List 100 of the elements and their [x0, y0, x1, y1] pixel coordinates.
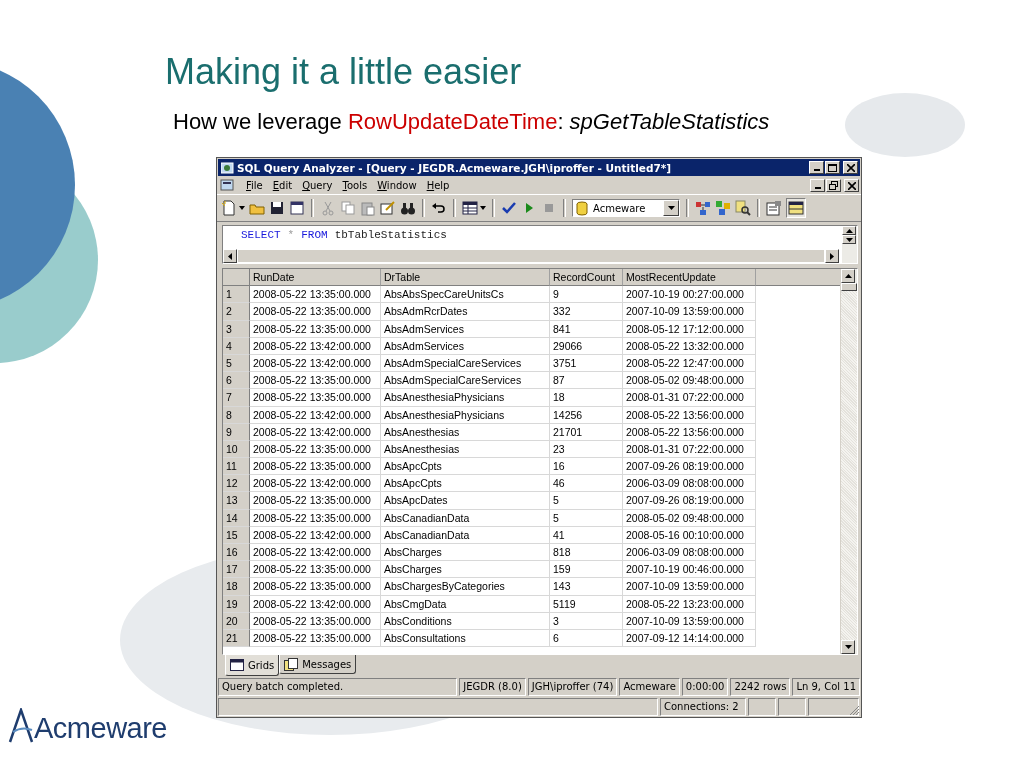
table-cell: 2008-05-02 09:48:00.000: [623, 509, 756, 527]
table-cell: 2008-05-22 13:42:00.000: [250, 544, 381, 562]
table-cell: 2008-05-22 13:42:00.000: [250, 526, 381, 544]
status-text: JGH\iproffer (74): [527, 678, 618, 696]
menu-item[interactable]: Tools: [342, 180, 368, 191]
table-cell: AbsAdmServices: [381, 320, 550, 338]
objects-icon[interactable]: [715, 200, 731, 216]
row-header[interactable]: 2: [223, 303, 250, 321]
minimize-icon: [814, 187, 821, 189]
table-cell: 87: [550, 372, 623, 390]
binoculars-icon[interactable]: [400, 200, 416, 216]
undo-icon[interactable]: [431, 200, 447, 216]
table-cell: 3751: [550, 354, 623, 373]
table-cell: 3: [550, 612, 623, 630]
table-cell: 818: [550, 544, 623, 562]
paste-icon[interactable]: [360, 200, 376, 216]
results-pane-icon[interactable]: [786, 198, 806, 218]
column-header[interactable]: RunDate: [250, 269, 381, 287]
table-cell: 18: [550, 389, 623, 407]
minimize-button[interactable]: [810, 179, 825, 192]
table-cell: 2007-10-19 00:27:00.000: [623, 286, 756, 304]
table-cell: 6: [550, 629, 623, 648]
edit-icon[interactable]: [380, 200, 396, 216]
table-cell: 2008-05-22 13:35:00.000: [250, 286, 381, 304]
slide-subtitle: How we leverage RowUpdateDateTime: spGetTableStatistics: [173, 108, 771, 136]
table-cell: 2007-09-12 14:14:00.000: [623, 629, 756, 648]
table-cell: 5: [550, 492, 623, 510]
grid-icon: [230, 659, 244, 671]
table-cell: AbsApcCpts: [381, 475, 550, 493]
result-tab[interactable]: Grids: [225, 655, 280, 676]
up-arrow-icon: [844, 274, 852, 278]
table-cell: 9: [550, 286, 623, 304]
table-cell: 2008-05-22 13:35:00.000: [250, 320, 381, 338]
table-cell: AbsApcCpts: [381, 458, 550, 476]
save-icon[interactable]: [269, 200, 285, 216]
resize-grip-icon[interactable]: [849, 705, 860, 716]
table-cell: 2008-05-22 13:42:00.000: [250, 475, 381, 493]
menu-item[interactable]: Edit: [272, 180, 293, 191]
menu-item[interactable]: Query: [302, 180, 333, 191]
table-cell: AbsAnesthesias: [381, 440, 550, 459]
row-header[interactable]: 1: [223, 286, 250, 304]
left-arrow-icon: [228, 252, 232, 260]
column-header[interactable]: RecordCount: [550, 269, 623, 287]
row-header[interactable]: 6: [223, 372, 250, 390]
vertical-scrollbar[interactable]: [842, 226, 857, 263]
database-dropdown[interactable]: Acmeware: [572, 199, 680, 217]
table-cell: 2006-03-09 08:08:00.000: [623, 475, 756, 493]
table-cell: AbsAnesthesiaPhysicians: [381, 389, 550, 407]
status-text: 2242 rows: [730, 678, 791, 696]
menu-item[interactable]: Help: [426, 180, 450, 191]
status-text: Query batch completed.: [218, 678, 458, 696]
caret-icon[interactable]: [480, 206, 486, 210]
diagram-icon[interactable]: [695, 200, 711, 216]
minimize-icon: [813, 169, 820, 171]
window-icon[interactable]: [289, 200, 305, 216]
check-icon[interactable]: [501, 200, 517, 216]
column-header[interactable]: DrTable: [381, 269, 550, 287]
row-header[interactable]: 11: [223, 458, 250, 476]
status-text: Ln 9, Col 11: [792, 678, 860, 696]
result-tab[interactable]: Messages: [279, 655, 357, 674]
row-header[interactable]: 12: [223, 475, 250, 493]
row-header[interactable]: 18: [223, 578, 250, 596]
minimize-button[interactable]: [809, 161, 824, 174]
down-arrow-icon: [845, 237, 853, 242]
properties-icon[interactable]: [766, 200, 782, 216]
row-header[interactable]: 17: [223, 561, 250, 579]
new-document-icon[interactable]: [221, 200, 237, 216]
table-cell: 332: [550, 303, 623, 321]
menu-item[interactable]: File: [246, 180, 263, 191]
column-header[interactable]: MostRecentUpdate: [623, 269, 756, 287]
table-cell: 2007-09-26 08:19:00.000: [623, 458, 756, 476]
caret-icon[interactable]: [239, 206, 245, 210]
document-icon: [284, 657, 299, 671]
close-button[interactable]: [843, 161, 858, 174]
table-cell: 2007-10-19 00:46:00.000: [623, 561, 756, 579]
row-header[interactable]: 13: [223, 492, 250, 510]
table-cell: AbsAnesthesiaPhysicians: [381, 406, 550, 424]
table-cell: AbsAdmSpecialCareServices: [381, 372, 550, 390]
row-header[interactable]: 7: [223, 389, 250, 407]
status-text: JEGDR (8.0): [459, 678, 526, 696]
menu-item[interactable]: Window: [377, 180, 417, 191]
grid-icon[interactable]: [462, 200, 478, 216]
row-header[interactable]: 16: [223, 544, 250, 562]
scrollbar-thumb[interactable]: [841, 283, 857, 291]
table-cell: 2008-05-22 13:42:00.000: [250, 406, 381, 424]
magnifier-icon[interactable]: [735, 200, 751, 216]
table-cell: 2008-05-22 13:35:00.000: [250, 509, 381, 527]
table-cell: 5: [550, 509, 623, 527]
table-cell: 841: [550, 320, 623, 338]
table-cell: 2006-03-09 08:08:00.000: [623, 544, 756, 562]
status-panel: [808, 698, 859, 716]
maximize-button[interactable]: [825, 161, 840, 174]
table-cell: 16: [550, 458, 623, 476]
close-button[interactable]: [844, 179, 859, 192]
horizontal-scrollbar[interactable]: [223, 249, 839, 263]
table-cell: 2007-10-09 13:59:00.000: [623, 303, 756, 321]
restore-button[interactable]: [826, 179, 841, 192]
status-panel: [778, 698, 806, 716]
slide-title: Making it a little easier: [165, 50, 523, 94]
vertical-scrollbar[interactable]: [840, 269, 857, 654]
